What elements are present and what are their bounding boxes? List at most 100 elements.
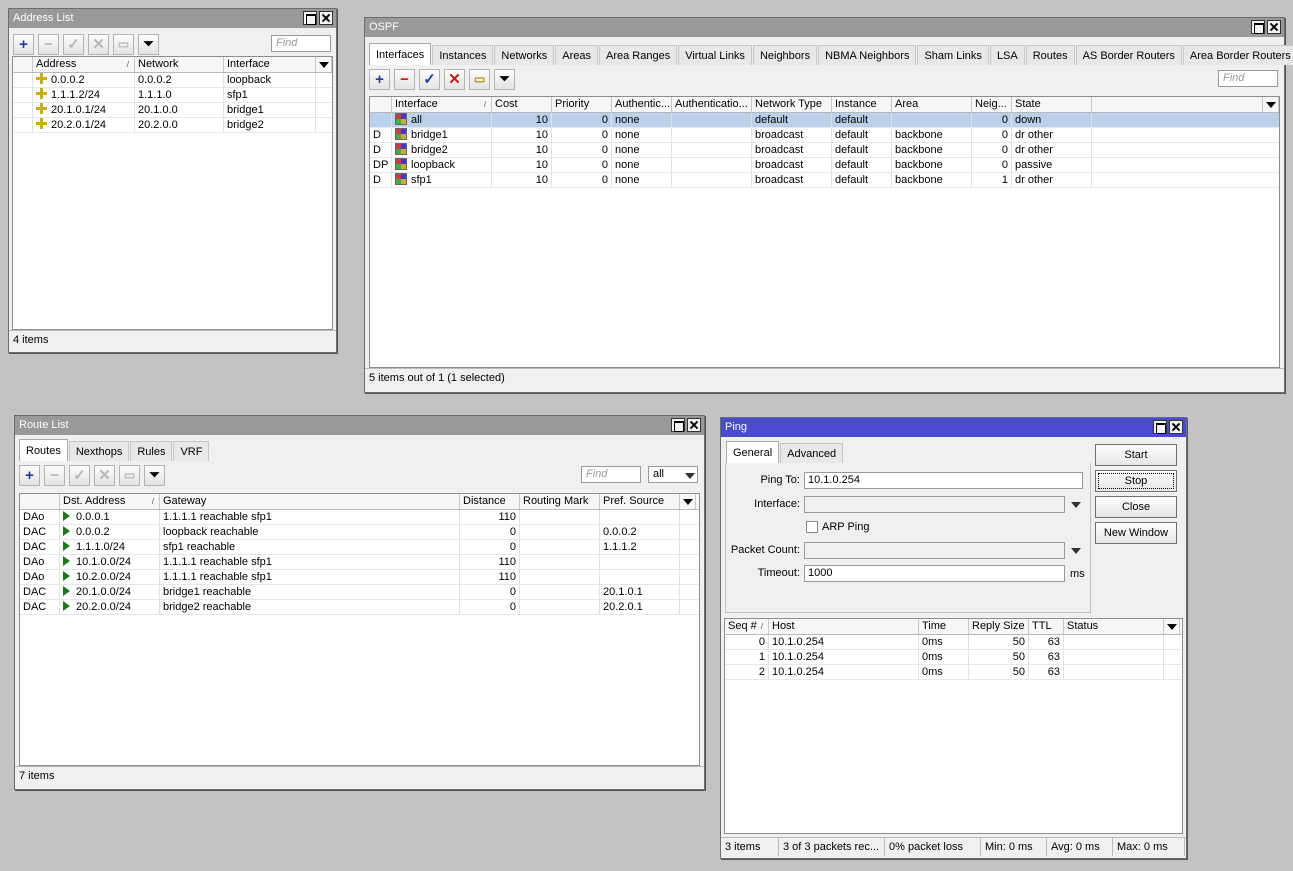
- ospf-titlebar[interactable]: OSPF: [365, 18, 1284, 37]
- column-header[interactable]: Area: [892, 97, 972, 112]
- table-row[interactable]: 1.1.1.2/24 1.1.1.0 sfp1: [13, 88, 332, 103]
- table-row[interactable]: Dbridge1 10 0 none broadcast default backbone 0…: [370, 128, 1279, 143]
- comment-icon[interactable]: ▭: [119, 464, 140, 486]
- flag-column-header[interactable]: [20, 494, 60, 509]
- find-input[interactable]: Find: [271, 35, 331, 52]
- column-header[interactable]: Pref. Source: [600, 494, 680, 509]
- find-input[interactable]: Find: [581, 466, 641, 483]
- maximize-icon[interactable]: [671, 418, 685, 432]
- column-menu-icon[interactable]: [316, 57, 332, 72]
- ping-to-input[interactable]: 10.1.0.254: [804, 472, 1083, 489]
- table-row[interactable]: DAC 20.2.0.0/24 bridge2 reachable 0 20.2.0.1: [20, 600, 699, 615]
- column-header[interactable]: Network Type: [752, 97, 832, 112]
- tab-general[interactable]: General: [726, 441, 780, 463]
- column-header[interactable]: Reply Size: [969, 619, 1029, 634]
- tab-area-border-routers[interactable]: Area Border Routers: [1182, 45, 1293, 65]
- tab-advanced[interactable]: Advanced: [780, 443, 844, 463]
- column-header[interactable]: Authentic...: [612, 97, 672, 112]
- close-icon[interactable]: [1267, 20, 1281, 34]
- tab-routes[interactable]: Routes: [19, 439, 68, 461]
- close-icon[interactable]: [1169, 420, 1183, 434]
- table-row[interactable]: Dsfp1 10 0 none broadcast default backbone 1 dr …: [370, 173, 1279, 188]
- interface-select[interactable]: [804, 496, 1065, 513]
- column-menu-icon[interactable]: [1263, 97, 1279, 112]
- remove-icon[interactable]: −: [44, 464, 65, 486]
- filter-icon[interactable]: ⏷: [144, 464, 165, 486]
- table-row[interactable]: DAo 10.1.0.0/24 1.1.1.1 reachable sfp1 110: [20, 555, 699, 570]
- close-icon[interactable]: [687, 418, 701, 432]
- comment-icon[interactable]: ▭: [469, 68, 490, 90]
- table-row[interactable]: 0 10.1.0.254 0ms 50 63: [725, 635, 1182, 650]
- start-button[interactable]: Start: [1095, 444, 1177, 466]
- new-window-button[interactable]: New Window: [1095, 522, 1177, 544]
- add-icon[interactable]: +: [19, 464, 40, 486]
- table-row[interactable]: DAo 10.2.0.0/24 1.1.1.1 reachable sfp1 110: [20, 570, 699, 585]
- column-header[interactable]: Distance: [460, 494, 520, 509]
- column-header[interactable]: Authenticatio...: [672, 97, 752, 112]
- tab-lsa[interactable]: LSA: [989, 45, 1025, 65]
- column-header[interactable]: Address: [33, 57, 135, 72]
- flag-column-header[interactable]: [13, 57, 33, 72]
- chevron-down-icon[interactable]: [685, 473, 695, 479]
- maximize-icon[interactable]: [303, 11, 317, 25]
- tab-networks[interactable]: Networks: [494, 45, 555, 65]
- tab-interfaces[interactable]: Interfaces: [369, 43, 432, 65]
- tab-nexthops[interactable]: Nexthops: [68, 441, 130, 461]
- table-row[interactable]: DAC 0.0.0.2 loopback reachable 0 0.0.0.2: [20, 525, 699, 540]
- column-header[interactable]: Neig...: [972, 97, 1012, 112]
- stop-button[interactable]: Stop: [1095, 470, 1177, 492]
- disable-icon[interactable]: ✕: [88, 33, 109, 55]
- route-list-titlebar[interactable]: Route List: [15, 416, 704, 435]
- address-list-titlebar[interactable]: Address List: [9, 9, 336, 28]
- column-header[interactable]: Status: [1064, 619, 1164, 634]
- column-header[interactable]: Routing Mark: [520, 494, 600, 509]
- column-header[interactable]: Host: [769, 619, 919, 634]
- disable-icon[interactable]: ✕: [94, 464, 115, 486]
- enable-icon[interactable]: ✓: [419, 68, 440, 90]
- column-header[interactable]: Seq #: [725, 619, 769, 634]
- column-header[interactable]: Cost: [492, 97, 552, 112]
- flag-column-header[interactable]: [370, 97, 392, 112]
- tab-sham-links[interactable]: Sham Links: [917, 45, 989, 65]
- comment-icon[interactable]: ▭: [113, 33, 134, 55]
- column-header[interactable]: Dst. Address: [60, 494, 160, 509]
- tab-area-ranges[interactable]: Area Ranges: [599, 45, 678, 65]
- timeout-input[interactable]: 1000: [804, 565, 1065, 582]
- column-header[interactable]: Gateway: [160, 494, 460, 509]
- close-button[interactable]: Close: [1095, 496, 1177, 518]
- disable-icon[interactable]: ✕: [444, 68, 465, 90]
- add-icon[interactable]: +: [369, 68, 390, 90]
- column-menu-icon[interactable]: [680, 494, 696, 509]
- tab-neighbors[interactable]: Neighbors: [752, 45, 818, 65]
- table-row[interactable]: 20.1.0.1/24 20.1.0.0 bridge1: [13, 103, 332, 118]
- table-row[interactable]: 0.0.0.2 0.0.0.2 loopback: [13, 73, 332, 88]
- table-row[interactable]: 2 10.1.0.254 0ms 50 63: [725, 665, 1182, 680]
- column-header[interactable]: Network: [135, 57, 224, 72]
- maximize-icon[interactable]: [1251, 20, 1265, 34]
- ping-titlebar[interactable]: Ping: [721, 418, 1186, 437]
- tab-instances[interactable]: Instances: [432, 45, 494, 65]
- table-row[interactable]: DAo 0.0.0.1 1.1.1.1 reachable sfp1 110: [20, 510, 699, 525]
- column-header[interactable]: Interface: [224, 57, 316, 72]
- add-icon[interactable]: +: [13, 33, 34, 55]
- chevron-down-icon[interactable]: [1071, 548, 1081, 554]
- column-header[interactable]: Time: [919, 619, 969, 634]
- tab-virtual-links[interactable]: Virtual Links: [678, 45, 752, 65]
- tab-rules[interactable]: Rules: [130, 441, 173, 461]
- table-row[interactable]: DP loopback 10 0 none broadcast default backbon…: [370, 158, 1279, 173]
- column-header[interactable]: Priority: [552, 97, 612, 112]
- chevron-down-icon[interactable]: [1071, 502, 1081, 508]
- table-row[interactable]: 1 10.1.0.254 0ms 50 63: [725, 650, 1182, 665]
- tab-areas[interactable]: Areas: [555, 45, 598, 65]
- enable-icon[interactable]: ✓: [63, 33, 84, 55]
- tab-vrf[interactable]: VRF: [173, 441, 210, 461]
- table-row[interactable]: 20.2.0.1/24 20.2.0.0 bridge2: [13, 118, 332, 133]
- find-input[interactable]: Find: [1218, 70, 1278, 87]
- column-header[interactable]: State: [1012, 97, 1092, 112]
- column-menu-icon[interactable]: [1164, 619, 1180, 634]
- remove-icon[interactable]: −: [38, 33, 59, 55]
- tab-routes[interactable]: Routes: [1025, 45, 1075, 65]
- table-row[interactable]: DAC 1.1.1.0/24 sfp1 reachable 0 1.1.1.2: [20, 540, 699, 555]
- column-header[interactable]: Instance: [832, 97, 892, 112]
- remove-icon[interactable]: −: [394, 68, 415, 90]
